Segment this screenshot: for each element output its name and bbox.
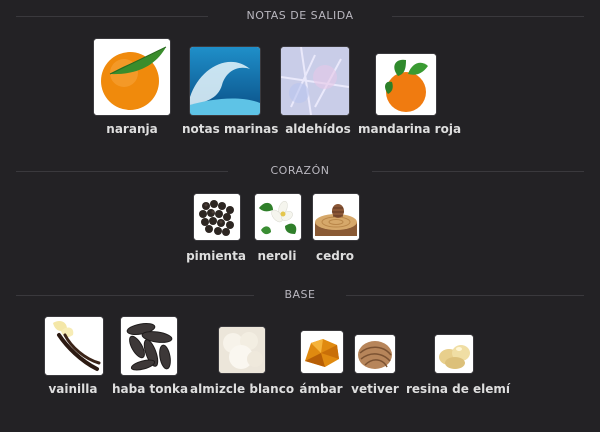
note-label: ámbar xyxy=(299,382,343,396)
section-header-base-notes: BASE xyxy=(0,288,600,302)
frost-crystal-image xyxy=(280,46,350,116)
note-label: pimienta xyxy=(186,249,246,263)
note-label: naranja xyxy=(106,122,158,136)
note-cedro[interactable]: cedro xyxy=(306,190,364,266)
note-label: cedro xyxy=(315,249,354,263)
note-naranja[interactable]: naranja xyxy=(86,36,182,140)
note-vainilla[interactable]: vainilla xyxy=(40,314,112,398)
orange-image xyxy=(93,38,171,116)
note-label: haba tonka xyxy=(112,382,189,396)
note-almizcle-blanco[interactable]: almizcle blanco xyxy=(190,314,295,398)
note-resina-de-elemi[interactable]: resina de elemí xyxy=(406,314,511,398)
note-pimienta[interactable]: pimienta xyxy=(186,190,248,266)
vanilla-image xyxy=(44,316,104,376)
note-label: almizcle blanco xyxy=(190,382,295,396)
ocean-wave-image xyxy=(189,46,261,116)
note-notas-marinas[interactable]: notas marinas xyxy=(180,36,279,140)
note-mandarina-roja[interactable]: mandarina roja xyxy=(358,36,462,140)
note-label: resina de elemí xyxy=(406,382,511,396)
elemi-resin-image xyxy=(434,334,474,374)
cedar-wood-image xyxy=(312,193,360,241)
note-label: neroli xyxy=(257,249,297,263)
section-header-top-notes: NOTAS DE SALIDA xyxy=(0,9,600,23)
note-label: mandarina roja xyxy=(358,122,462,136)
amber-image xyxy=(300,330,344,374)
mandarin-image xyxy=(375,53,437,116)
note-neroli[interactable]: neroli xyxy=(248,190,306,266)
peppercorn-image xyxy=(193,193,241,241)
note-label: vetiver xyxy=(351,382,399,396)
vetiver-image xyxy=(354,334,396,374)
note-label: vainilla xyxy=(48,382,98,396)
note-vetiver[interactable]: vetiver xyxy=(350,314,402,398)
note-aldehidos[interactable]: aldehídos xyxy=(270,36,366,140)
neroli-flower-image xyxy=(254,193,302,241)
note-haba-tonka[interactable]: haba tonka xyxy=(112,314,188,398)
white-musk-image xyxy=(218,326,266,374)
note-label: aldehídos xyxy=(285,122,351,136)
note-ambar[interactable]: ámbar xyxy=(294,314,350,398)
section-title: BASE xyxy=(284,288,316,301)
tonka-bean-image xyxy=(120,316,178,376)
note-label: notas marinas xyxy=(182,122,279,136)
section-title: CORAZÓN xyxy=(270,164,330,177)
section-header-heart-notes: CORAZÓN xyxy=(0,164,600,178)
section-title: NOTAS DE SALIDA xyxy=(246,9,354,22)
